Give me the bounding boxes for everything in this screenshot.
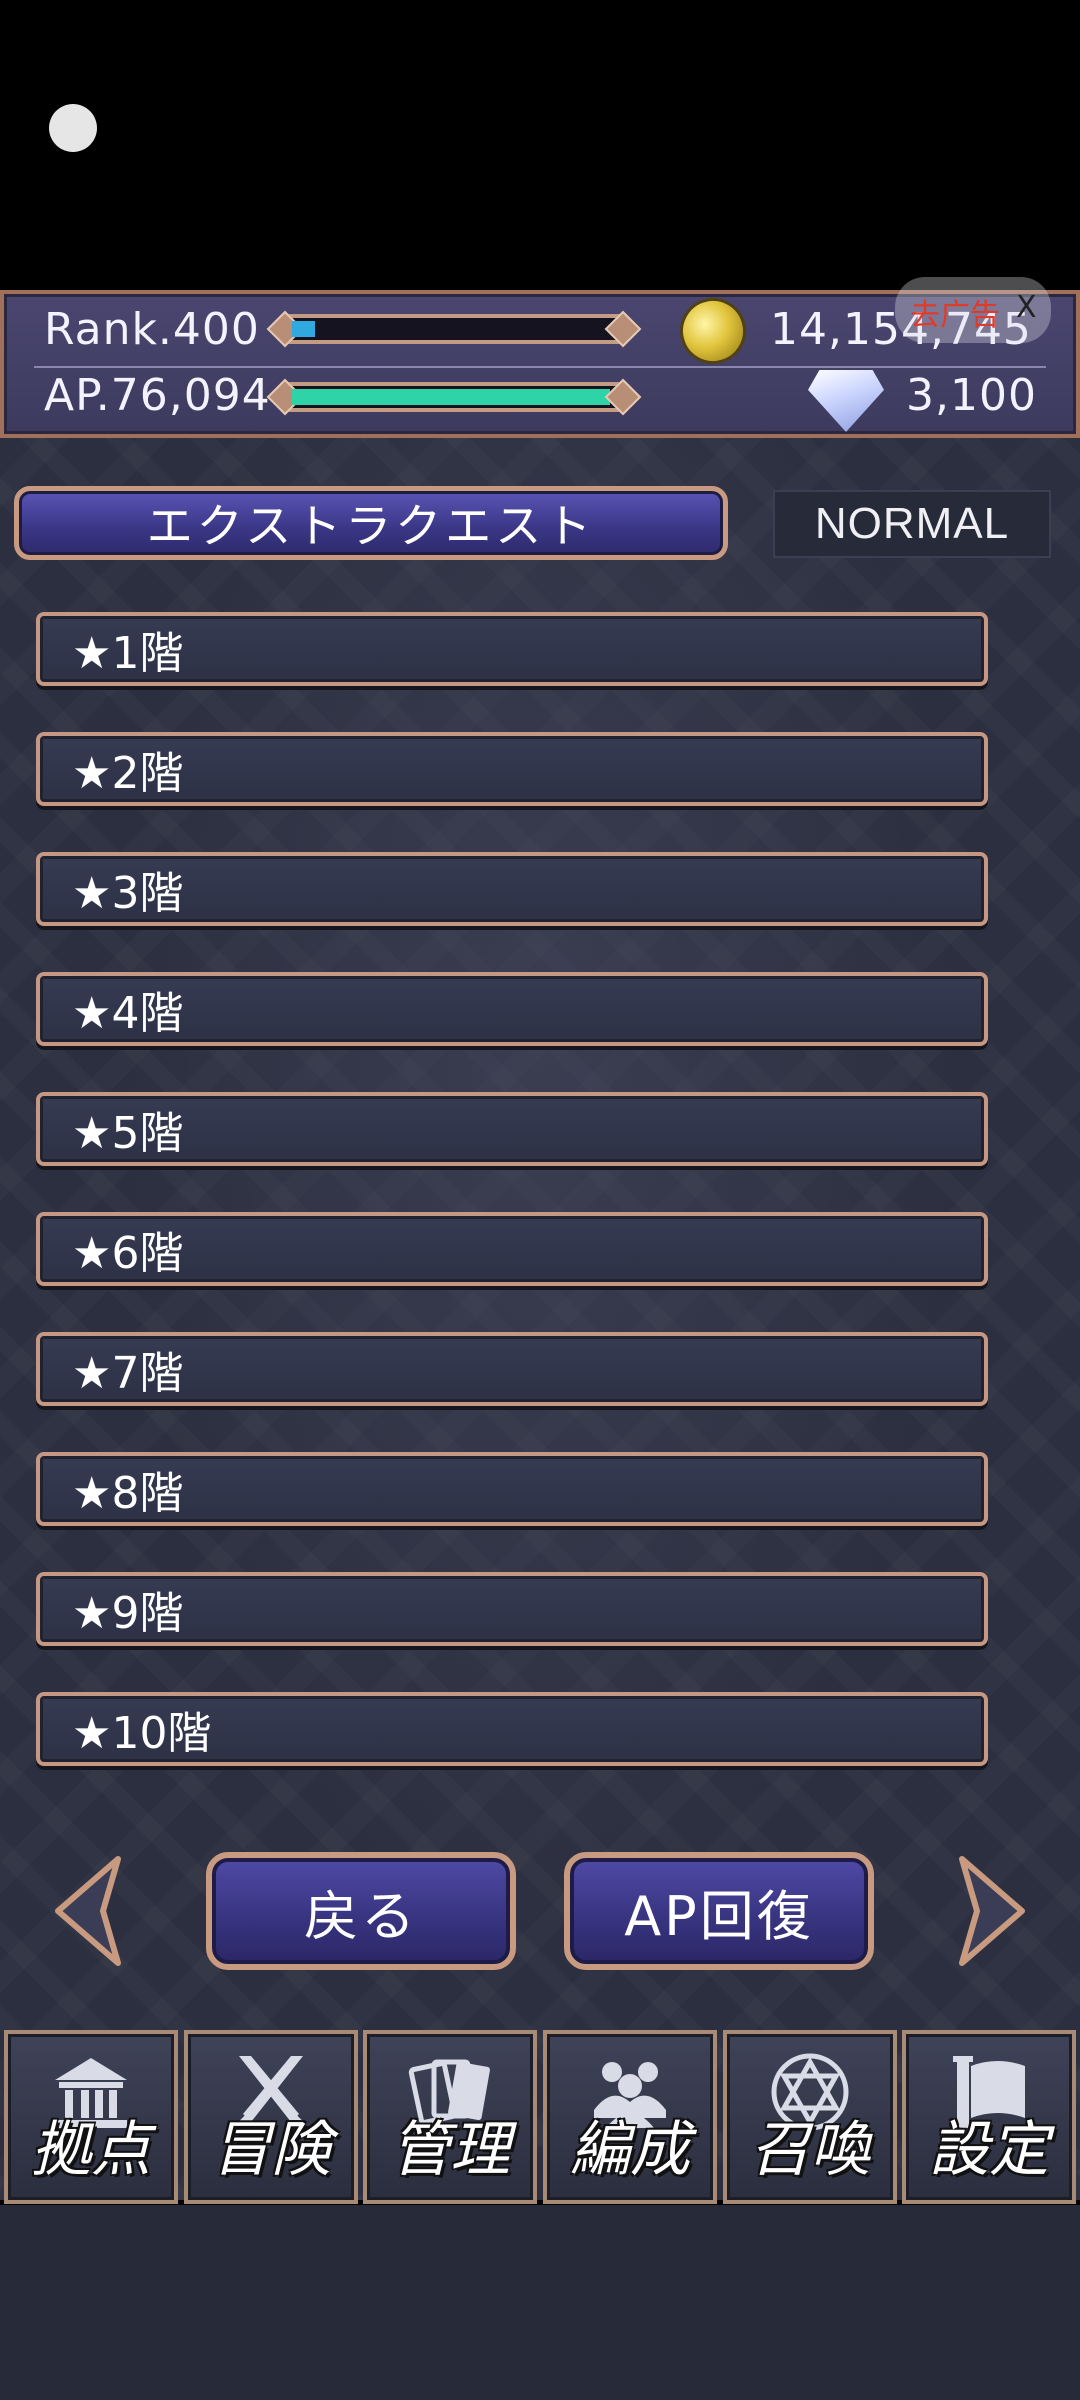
menu-label: 管理 (390, 2115, 510, 2185)
floor-button-2[interactable]: ★2階 (36, 732, 988, 806)
floor-button-9[interactable]: ★9階 (36, 1572, 988, 1646)
bottom-strip (0, 2205, 1080, 2400)
ap-recover-button[interactable]: AP回復 (564, 1852, 874, 1970)
menu-label: 拠点 (31, 2115, 151, 2185)
status-divider (34, 366, 1046, 368)
rank-text: Rank.400 (44, 304, 260, 355)
floor-button-7[interactable]: ★7階 (36, 1332, 988, 1406)
floor-button-1[interactable]: ★1階 (36, 612, 988, 686)
menu-summon-button[interactable]: 召喚 (723, 2030, 897, 2204)
difficulty-selector[interactable]: NORMAL (773, 490, 1051, 558)
prev-page-arrow-icon[interactable] (48, 1853, 128, 1969)
ap-text: AP.76,094 (44, 370, 271, 421)
floor-button-8[interactable]: ★8階 (36, 1452, 988, 1526)
rank-bar (284, 314, 624, 344)
menu-adventure-button[interactable]: 冒険 (184, 2030, 358, 2204)
ap-bar-fill (292, 389, 610, 405)
menu-label: 召喚 (750, 2115, 870, 2185)
next-page-arrow-icon[interactable] (952, 1853, 1032, 1969)
rank-bar-fill (292, 321, 315, 337)
menu-label: 編成 (570, 2115, 690, 2185)
floor-button-4[interactable]: ★4階 (36, 972, 988, 1046)
menu-label: 冒険 (211, 2115, 331, 2185)
remove-ad-label[interactable]: 去广告 (910, 290, 1000, 334)
gem-count: 3,100 (906, 370, 1037, 421)
menu-label: 設定 (929, 2115, 1049, 2185)
floor-button-3[interactable]: ★3階 (36, 852, 988, 926)
menu-base-button[interactable]: 拠点 (4, 2030, 178, 2204)
menu-settings-button[interactable]: 設定 (902, 2030, 1076, 2204)
ap-bar (284, 382, 624, 412)
back-button[interactable]: 戻る (206, 1852, 516, 1970)
floor-button-10[interactable]: ★10階 (36, 1692, 988, 1766)
quest-title-button[interactable]: エクストラクエスト (14, 486, 728, 560)
menu-manage-button[interactable]: 管理 (363, 2030, 537, 2204)
menu-party-button[interactable]: 編成 (543, 2030, 717, 2204)
camera-dot (49, 104, 97, 152)
floor-button-6[interactable]: ★6階 (36, 1212, 988, 1286)
floor-button-5[interactable]: ★5階 (36, 1092, 988, 1166)
ad-close-icon[interactable]: X (1016, 290, 1037, 325)
